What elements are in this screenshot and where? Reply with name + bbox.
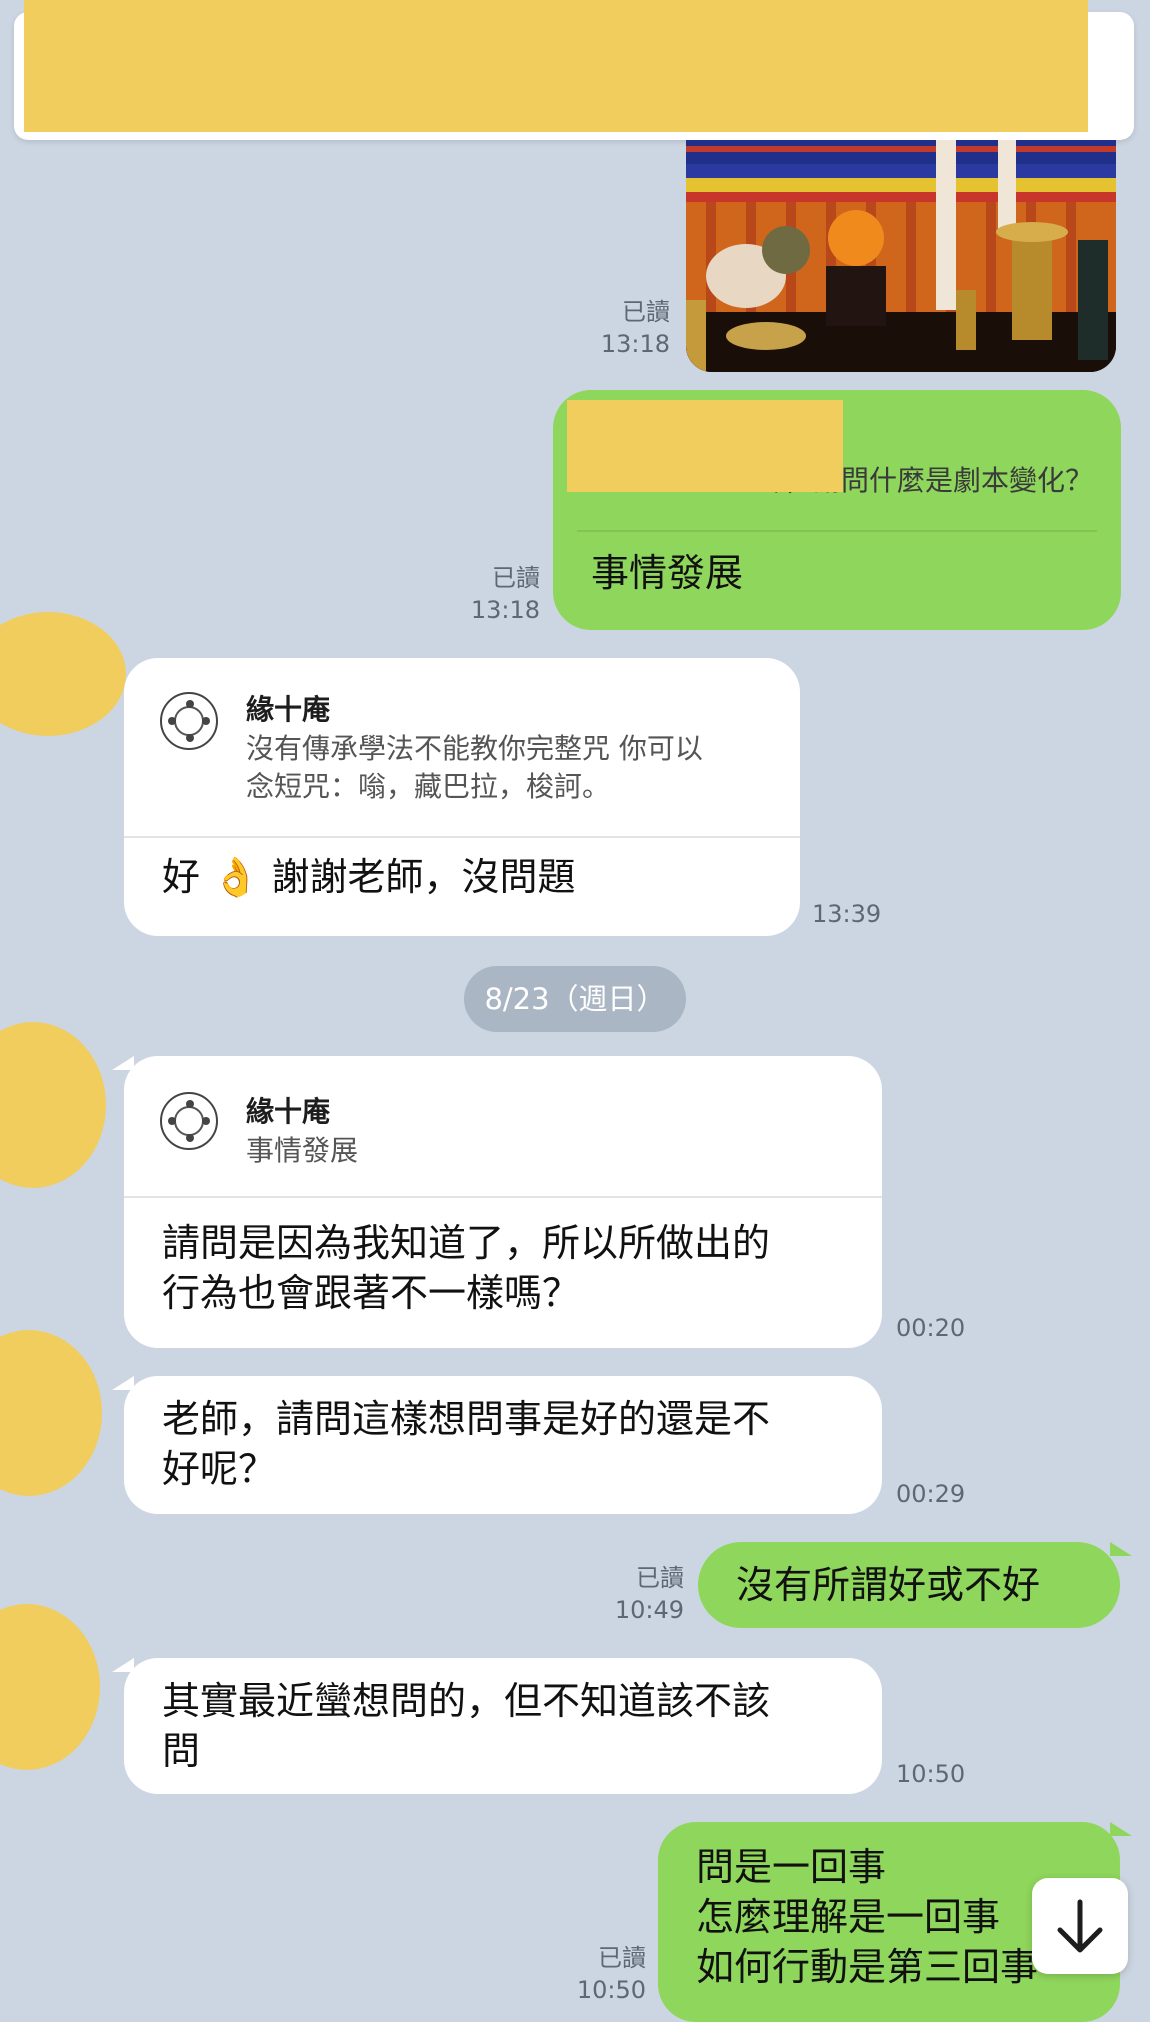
- reply-divider: [577, 530, 1097, 532]
- message-time: 13:18: [600, 330, 670, 358]
- altar-photo-image: [686, 140, 1116, 372]
- quoted-text-line: 沒有傳承學法不能教你完整咒 你可以: [246, 732, 703, 765]
- sent-message-bubble[interactable]: 沒有所謂好或不好: [698, 1542, 1120, 1628]
- ok-hand-icon: 👌: [212, 855, 260, 899]
- read-receipt: 已讀 10:49: [604, 1562, 684, 1626]
- redaction-block: [567, 400, 843, 492]
- message-time: 13:39: [812, 900, 882, 928]
- quoted-sender-name: 緣十庵: [246, 1095, 331, 1128]
- message-time: 00:29: [896, 1480, 966, 1508]
- quoted-text-line: 念短咒：嗡，藏巴拉，梭訶。: [246, 770, 611, 803]
- read-receipt: 已讀 13:18: [584, 296, 670, 360]
- received-reply-bubble[interactable]: 緣十庵 事情發展 請問是因為我知道了，所以所做出的 行為也會跟著不一樣嗎？: [124, 1056, 882, 1348]
- avatar[interactable]: [0, 1330, 102, 1496]
- temple-logo-icon: [160, 1092, 218, 1150]
- scroll-to-bottom-button[interactable]: [1032, 1878, 1128, 1974]
- message-time: 10:50: [576, 1976, 646, 2004]
- temple-logo-icon: [160, 692, 218, 750]
- read-label: 已讀: [492, 564, 540, 592]
- sent-photo[interactable]: [686, 140, 1116, 372]
- message-text: 好 👌 謝謝老師，沒問題: [162, 852, 576, 902]
- arrow-down-icon: [1057, 1899, 1103, 1953]
- message-text-line: 怎麼理解是一回事: [696, 1895, 1001, 1939]
- message-text-line: 其實最近蠻想問的，但不知道該不該: [162, 1679, 771, 1723]
- read-label: 已讀: [598, 1944, 646, 1972]
- message-time: 10:49: [614, 1596, 684, 1624]
- redaction-block: [24, 0, 1088, 132]
- message-text: 沒有所謂好或不好: [736, 1563, 1041, 1607]
- bubble-tail: [1110, 1542, 1132, 1556]
- reply-divider: [124, 1196, 882, 1198]
- sent-reply-bubble[interactable]: 老師，請問什麼是劇本變化？ 事情發展: [553, 390, 1121, 630]
- message-text-line: 問: [162, 1729, 201, 1773]
- message-text-line: 老師，請問這樣想問事是好的還是不: [162, 1397, 771, 1441]
- quoted-text: 事情發展: [246, 1134, 359, 1167]
- message-text-line: 好呢？: [162, 1447, 277, 1491]
- date-separator: 8/23（週日）: [464, 966, 686, 1032]
- message-text-prefix: 好: [162, 855, 201, 899]
- message-time: 10:50: [896, 1760, 966, 1788]
- reply-divider: [124, 836, 800, 838]
- message-text-line: 請問是因為我知道了，所以所做出的: [162, 1221, 771, 1265]
- avatar[interactable]: [0, 612, 126, 736]
- quoted-sender-name: 緣十庵: [246, 693, 331, 726]
- read-label: 已讀: [622, 298, 670, 326]
- received-message-bubble[interactable]: 其實最近蠻想問的，但不知道該不該 問: [124, 1658, 882, 1794]
- bubble-tail: [1110, 1822, 1132, 1836]
- message-time: 13:18: [470, 596, 540, 624]
- message-text-line: 行為也會跟著不一樣嗎？: [162, 1271, 581, 1315]
- avatar[interactable]: [0, 1022, 106, 1188]
- message-text-suffix: 謝謝老師，沒問題: [271, 855, 576, 899]
- message-text-line: 如何行動是第三回事: [696, 1945, 1039, 1989]
- message-time: 00:20: [896, 1314, 966, 1342]
- message-text-line: 問是一回事: [696, 1845, 887, 1889]
- message-text: 事情發展: [591, 551, 744, 595]
- received-reply-bubble[interactable]: 緣十庵 沒有傳承學法不能教你完整咒 你可以 念短咒：嗡，藏巴拉，梭訶。 好 👌 …: [124, 658, 800, 936]
- read-label: 已讀: [636, 1564, 684, 1592]
- read-receipt: 已讀 10:50: [562, 1942, 646, 2006]
- read-receipt: 已讀 13:18: [458, 562, 540, 626]
- received-message-bubble[interactable]: 老師，請問這樣想問事是好的還是不 好呢？: [124, 1376, 882, 1514]
- avatar[interactable]: [0, 1604, 100, 1770]
